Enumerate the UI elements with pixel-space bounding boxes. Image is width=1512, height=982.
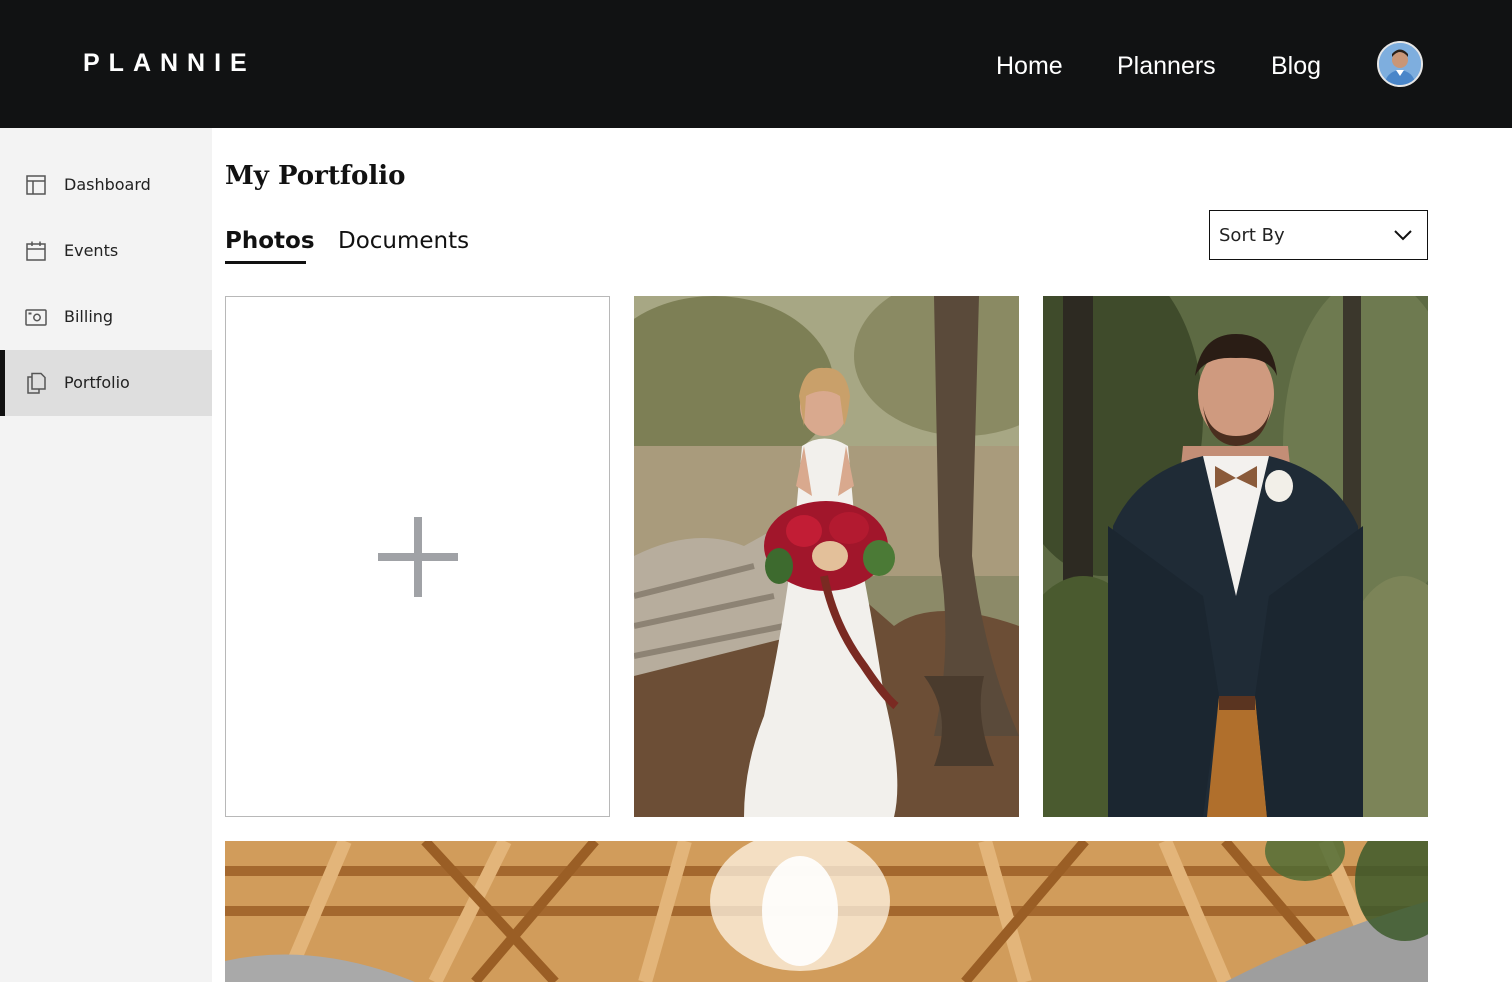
sort-by-dropdown[interactable]: Sort By: [1209, 210, 1428, 260]
tab-documents[interactable]: Documents: [338, 224, 469, 258]
sidebar-item-label: Events: [64, 241, 119, 260]
portfolio-photo-bride[interactable]: [634, 296, 1019, 817]
nav-blog-link[interactable]: Blog: [1271, 48, 1321, 84]
barn-photo-image: [225, 841, 1428, 982]
sidebar-item-portfolio[interactable]: Portfolio: [0, 350, 212, 416]
avatar-photo-icon: [1379, 43, 1421, 85]
brand-logo[interactable]: PLANNIE: [83, 48, 256, 78]
page-title: My Portfolio: [225, 161, 406, 191]
sidebar-item-billing[interactable]: Billing: [0, 284, 212, 350]
sidebar-item-dashboard[interactable]: Dashboard: [0, 152, 212, 218]
user-avatar[interactable]: [1377, 41, 1423, 87]
billing-icon: [25, 309, 47, 326]
top-navbar: PLANNIE Home Planners Blog: [0, 0, 1512, 128]
groom-photo-image: [1043, 296, 1428, 817]
dashboard-icon: [26, 175, 46, 195]
chevron-down-icon: [1394, 230, 1412, 241]
nav-planners-link[interactable]: Planners: [1117, 48, 1216, 84]
portfolio-icon: [27, 372, 46, 394]
bride-photo-image: [634, 296, 1019, 817]
tab-photos[interactable]: Photos: [225, 224, 315, 264]
portfolio-photo-groom[interactable]: [1043, 296, 1428, 817]
sidebar-item-label: Portfolio: [64, 373, 130, 392]
nav-home-link[interactable]: Home: [996, 48, 1063, 84]
plus-icon: [378, 517, 458, 597]
sidebar-item-label: Dashboard: [64, 175, 151, 194]
sort-by-label: Sort By: [1219, 225, 1285, 246]
sidebar-item-label: Billing: [64, 307, 114, 326]
portfolio-photo-barn[interactable]: [225, 841, 1428, 982]
calendar-icon: [26, 241, 46, 261]
add-photo-tile[interactable]: [225, 296, 610, 817]
sidebar: Dashboard Events Billing Portfolio: [0, 128, 212, 982]
sidebar-item-events[interactable]: Events: [0, 218, 212, 284]
